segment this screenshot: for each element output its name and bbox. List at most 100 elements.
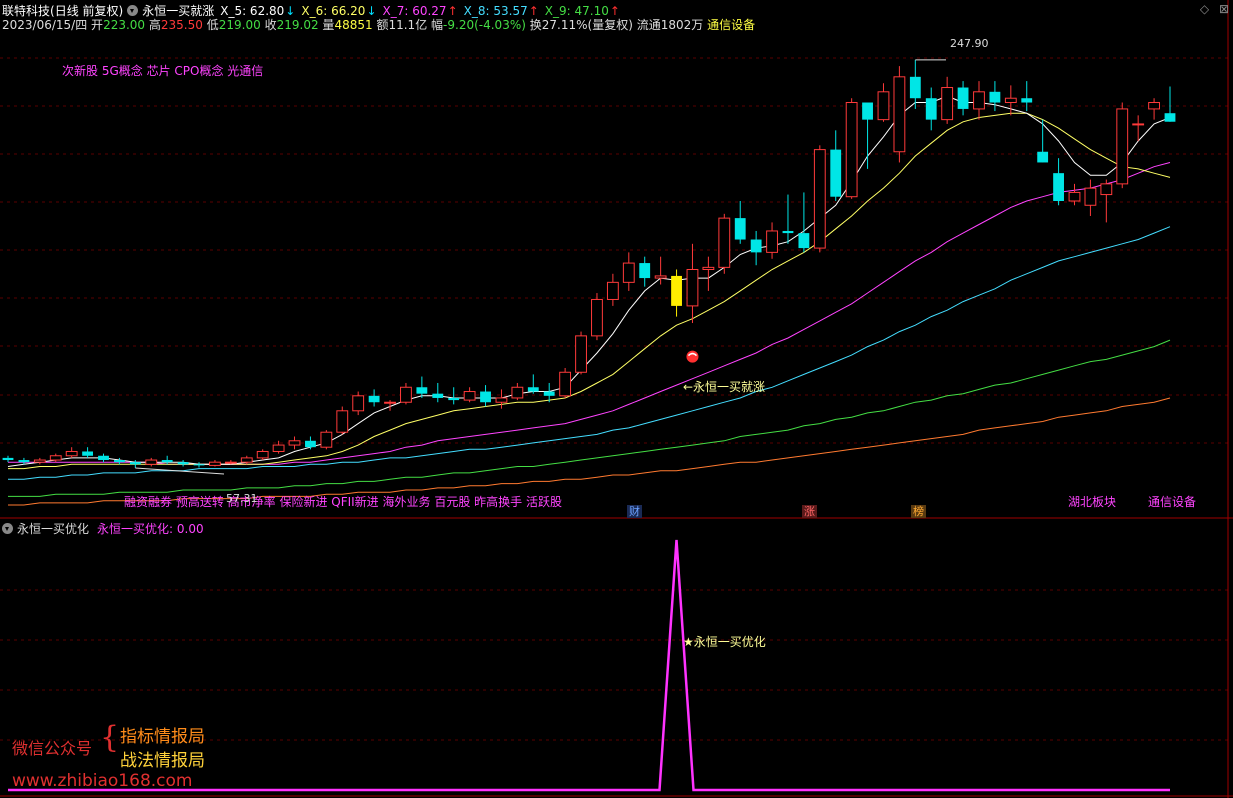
amt-value: 11.1亿 <box>388 18 428 32</box>
candle-body-54 <box>862 102 873 120</box>
candle-body-1 <box>18 460 30 463</box>
candle-body-50 <box>798 233 810 249</box>
concepts-top[interactable]: 次新股 5G概念 芯片 CPO概念 光通信 <box>62 62 263 79</box>
vol-value: 48851 <box>334 18 373 32</box>
event-tag-rise[interactable]: 涨 <box>802 505 817 518</box>
candle-body-27 <box>432 393 444 398</box>
event-tag-rank[interactable]: 榜 <box>911 505 926 518</box>
watermark-brace: { <box>100 720 120 755</box>
candle-body-42 <box>671 275 682 306</box>
candle-body-58 <box>925 98 937 120</box>
low-value: 219.00 <box>218 18 261 32</box>
candle-body-62 <box>989 91 1001 103</box>
high-label: 高 <box>148 18 161 32</box>
candle-body-44 <box>702 266 715 271</box>
close-icon[interactable]: ⊠ <box>1219 2 1229 16</box>
industry-tag[interactable]: 通信设备 <box>1148 493 1196 510</box>
candle-body-2 <box>33 459 46 463</box>
signal-ball-icon <box>686 350 699 363</box>
candle-body-51 <box>813 149 826 249</box>
concepts-bottom[interactable]: 融资融券 预高送转 高市净率 保险新进 QFII新进 海外业务 百元股 昨高换手… <box>124 493 562 510</box>
sector-name[interactable]: 通信设备 <box>707 18 755 32</box>
candle-body-57 <box>909 76 921 99</box>
candle-body-12 <box>193 464 205 466</box>
candle-body-20 <box>320 431 333 448</box>
turn-value: 27.11%(量复权) <box>541 18 633 32</box>
period-label[interactable]: (日线 前复权) <box>50 4 123 18</box>
ma-label-9: X_9: 47.10↑ <box>544 4 620 18</box>
candle-body-21 <box>336 410 349 433</box>
candle-body-25 <box>400 386 412 403</box>
quote-bar: 2023/06/15/四 开223.00 高235.50 低219.00 收21… <box>2 17 755 33</box>
candle-body-18 <box>288 440 301 446</box>
candle-body-46 <box>734 218 746 240</box>
candle-body-14 <box>224 461 237 464</box>
ma-label-7: X_7: 60.27↑ <box>382 4 458 18</box>
sub-title[interactable]: 永恒一买优化 <box>17 522 89 536</box>
quote-date: 2023/06/15/四 <box>2 18 88 32</box>
candle-body-72 <box>1148 102 1160 110</box>
candle-body-59 <box>941 87 954 121</box>
candle-body-56 <box>893 76 906 153</box>
candle-body-70 <box>1116 108 1129 185</box>
watermark-brand1: 指标情报局 <box>120 727 205 747</box>
candle-body-36 <box>575 335 587 373</box>
kline-chart[interactable] <box>0 0 1233 798</box>
close-label: 收 <box>264 18 277 32</box>
candle-body-55 <box>877 91 890 121</box>
candle-body-24 <box>384 401 396 404</box>
candle-body-4 <box>65 450 78 457</box>
low-label: 低 <box>206 18 219 32</box>
candle-body-61 <box>973 91 985 110</box>
min-price-annotation: 57.31 <box>226 492 258 505</box>
candle-body-23 <box>368 395 380 403</box>
sub-value: 永恒一买优化: 0.00 <box>97 522 204 536</box>
candle-body-37 <box>591 298 603 337</box>
candle-body-35 <box>559 371 572 397</box>
candle-body-69 <box>1100 183 1113 196</box>
ma-legend: X_5: 62.80↓ X_6: 66.20↓ X_7: 60.27↑ X_8: 53… <box>220 4 626 18</box>
candle-body-29 <box>463 391 476 401</box>
circle-dropdown-icon[interactable] <box>2 523 13 534</box>
candle-body-33 <box>527 387 539 392</box>
max-price-annotation: 247.90 <box>950 37 989 50</box>
watermark-url[interactable]: www.zhibiao168.com <box>12 771 192 791</box>
close-value: 219.02 <box>276 18 319 32</box>
candle-body-17 <box>272 444 285 452</box>
candle-body-11 <box>177 462 189 465</box>
candle-body-39 <box>622 262 635 283</box>
chg-value: -9.20(-4.03%) <box>443 18 526 32</box>
candle-body-71 <box>1132 123 1145 126</box>
candle-body-8 <box>129 462 141 465</box>
candle-body-5 <box>82 451 94 456</box>
stock-name: 联特科技 <box>2 4 51 18</box>
candle-body-31 <box>495 397 508 403</box>
chg-label: 幅 <box>431 18 444 32</box>
float-label: 流通 <box>636 18 661 32</box>
watermark-brand2: 战法情报局 <box>120 751 205 771</box>
candle-body-13 <box>209 461 221 466</box>
ma-label-5: X_5: 62.80↓ <box>220 4 296 18</box>
turn-label: 换 <box>529 18 542 32</box>
candle-body-30 <box>480 391 491 403</box>
region-tag[interactable]: 湖北板块 <box>1068 493 1116 510</box>
signal-annotation: ←永恒一买就涨 <box>683 380 766 394</box>
indicator-name[interactable]: 永恒一买就涨 <box>142 4 214 18</box>
event-tag-finance[interactable]: 财 <box>627 505 642 518</box>
candle-body-63 <box>1004 97 1017 104</box>
candle-body-65 <box>1037 151 1049 163</box>
watermark-public: 微信公众号 <box>12 739 93 758</box>
candle-body-64 <box>1021 98 1033 103</box>
circle-dropdown-icon[interactable] <box>127 5 139 16</box>
diamond-icon[interactable]: ◇ <box>1200 2 1209 16</box>
candle-body-32 <box>511 386 524 399</box>
candle-body-16 <box>256 450 269 459</box>
candle-body-19 <box>305 440 316 448</box>
sub-header: 永恒一买优化 永恒一买优化: 0.00 <box>2 521 204 537</box>
candle-body-9 <box>145 459 158 465</box>
high-value: 235.50 <box>160 18 203 32</box>
candle-body-45 <box>718 217 731 268</box>
candle-body-73 <box>1164 113 1176 122</box>
candle-body-52 <box>830 149 842 197</box>
ma-arrow-8: ↑ <box>528 4 539 18</box>
